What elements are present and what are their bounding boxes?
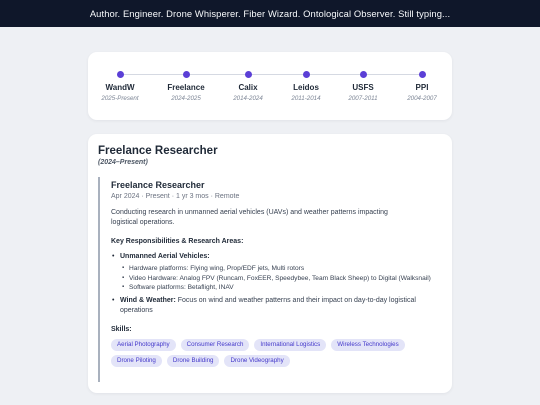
uav-label: Unmanned Aerial Vehicles: [120, 253, 210, 260]
role-detail-card: Freelance Researcher (2024–Present) Free… [88, 134, 452, 393]
timeline-dot [359, 71, 367, 78]
list-item: Software platforms: Betaflight, INAV [120, 283, 442, 293]
timeline-dot [182, 71, 190, 78]
timeline-item-name: WandW [105, 83, 135, 92]
responsibilities-list: Unmanned Aerial Vehicles: Hardware platf… [111, 252, 442, 316]
skill-tag: Drone Piloting [111, 354, 162, 367]
position-description: Conducting research in unmanned aerial v… [111, 209, 388, 226]
role-title: Freelance Researcher [98, 145, 218, 157]
timeline-dot [418, 71, 426, 78]
tagline: Author. Engineer. Drone Whisperer. Fiber… [89, 8, 451, 19]
timeline-item-name: PPI [415, 83, 429, 92]
responsibilities-heading: Key Responsibilities & Research Areas: [111, 238, 244, 245]
timeline-item-freelance[interactable]: Freelance 2024-2025 [156, 71, 216, 103]
timeline-item-wandw[interactable]: WandW 2025-Present [90, 71, 150, 103]
timeline-dot [116, 71, 124, 78]
career-timeline: WandW 2025-Present Freelance 2024-2025 C… [88, 52, 452, 120]
top-banner: Author. Engineer. Drone Whisperer. Fiber… [0, 0, 540, 27]
weather-label: Wind & Weather: [120, 296, 176, 304]
skill-tag: Drone Building [166, 354, 220, 367]
timeline-item-leidos[interactable]: Leidos 2011-2014 [276, 71, 336, 103]
timeline-item-years: 2024-2025 [171, 95, 201, 102]
skills-list: Aerial Photography Consumer Research Int… [111, 338, 411, 367]
list-item: Hardware platforms: Flying wing, Prop/ED… [120, 264, 442, 274]
list-item: Unmanned Aerial Vehicles: Hardware platf… [111, 252, 442, 293]
timeline-item-years: 2011-2014 [291, 95, 321, 102]
position-meta: Apr 2024 · Present · 1 yr 3 mos · Remote [111, 193, 240, 200]
timeline-dot [302, 71, 310, 78]
skill-tag: International Logistics [254, 338, 327, 351]
timeline-item-years: 2025-Present [101, 95, 139, 102]
skills-heading: Skills: [111, 325, 132, 333]
timeline-item-years: 2014-2024 [233, 95, 263, 102]
timeline-item-name: Calix [238, 83, 258, 92]
timeline-item-name: USFS [352, 83, 374, 92]
position-entry: Freelance Researcher Apr 2024 · Present … [98, 177, 442, 382]
list-item: Video Hardware: Analog FPV (Runcam, FoxE… [120, 274, 442, 284]
timeline-item-name: Freelance [167, 83, 205, 92]
timeline-item-ppi[interactable]: PPI 2004-2007 [392, 71, 452, 103]
timeline-item-usfs[interactable]: USFS 2007-2011 [333, 71, 393, 103]
timeline-item-years: 2004-2007 [407, 95, 437, 102]
timeline-item-name: Leidos [293, 83, 319, 92]
timeline-dot [244, 71, 252, 78]
skill-tag: Drone Videography [224, 354, 290, 367]
role-period: (2024–Present) [98, 159, 148, 166]
position-title: Freelance Researcher [111, 180, 205, 190]
list-item: Wind & Weather: Focus on wind and weathe… [111, 296, 442, 316]
skill-tag: Consumer Research [180, 338, 250, 351]
timeline-item-calix[interactable]: Calix 2014-2024 [218, 71, 278, 103]
skill-tag: Wireless Technologies [331, 338, 405, 351]
uav-sublist: Hardware platforms: Flying wing, Prop/ED… [120, 264, 442, 293]
timeline-item-years: 2007-2011 [348, 95, 378, 102]
skill-tag: Aerial Photography [111, 338, 176, 351]
